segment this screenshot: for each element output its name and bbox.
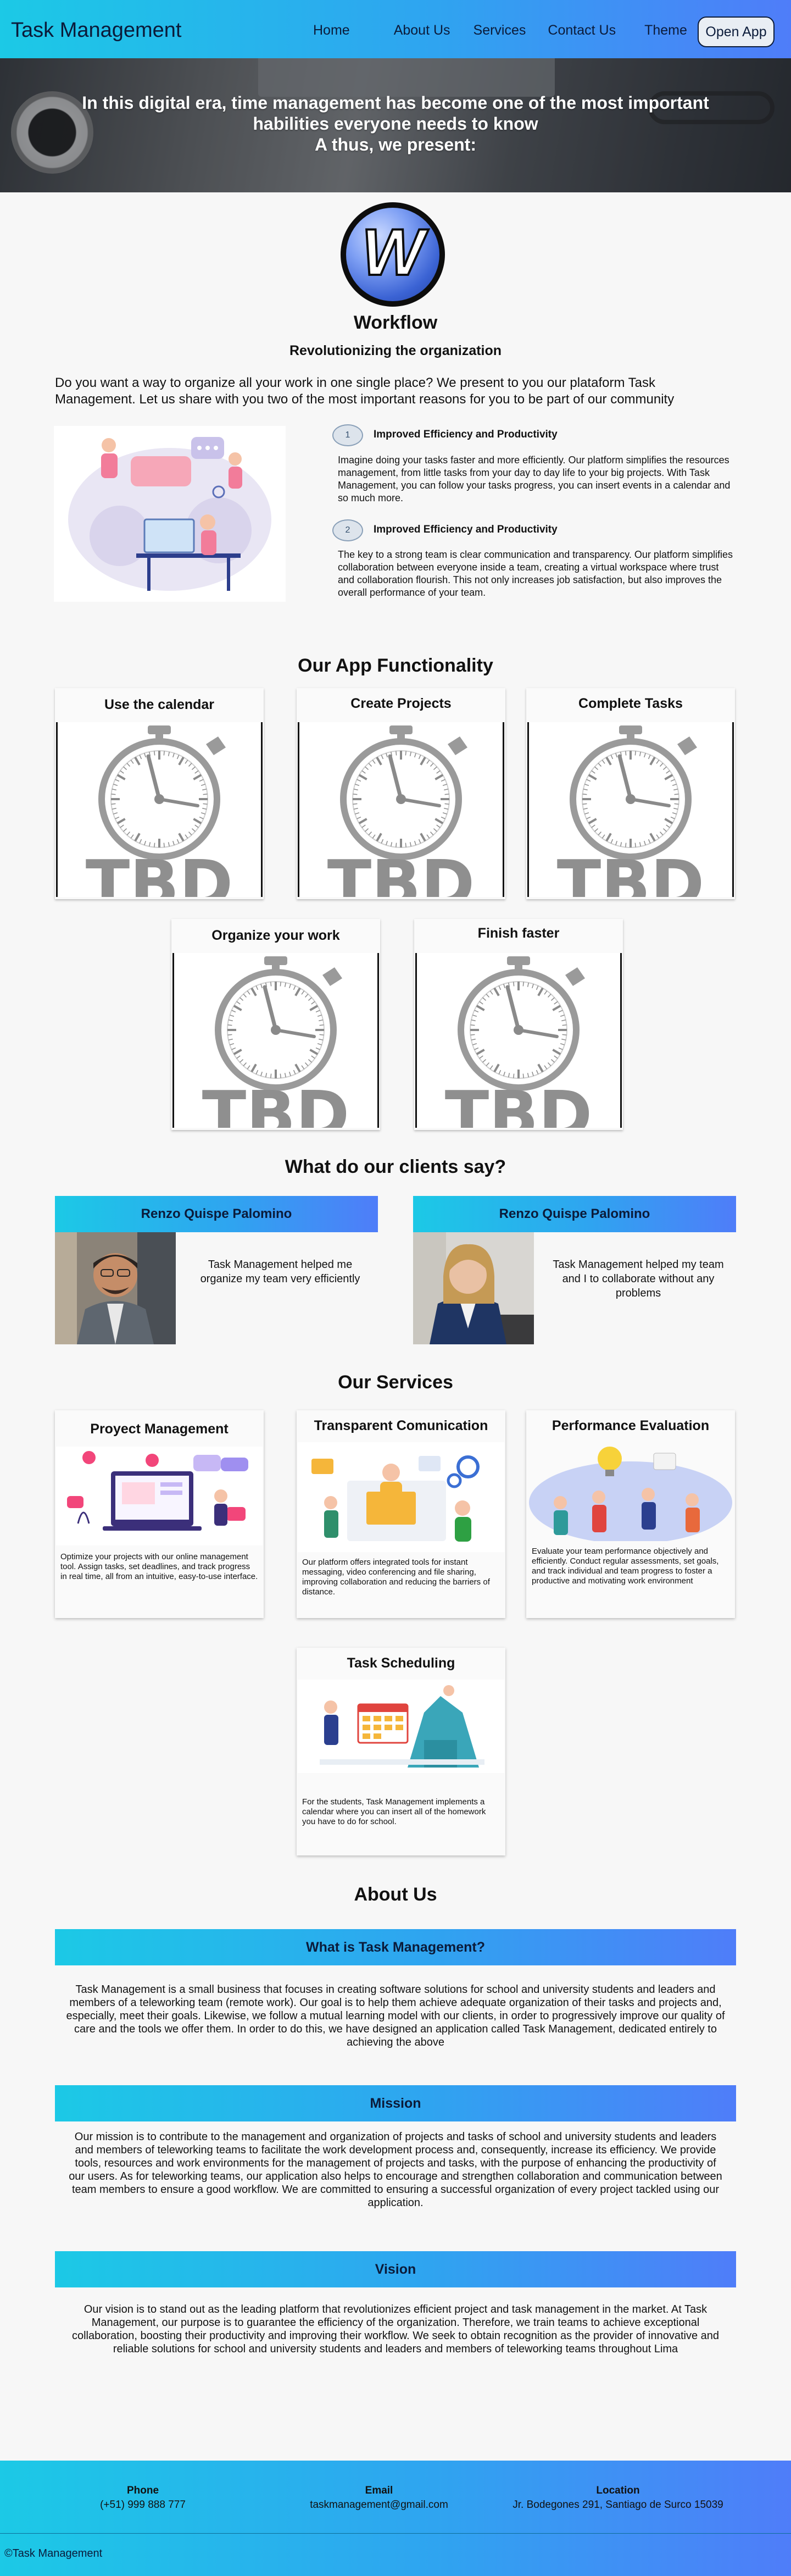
feature-card-organize[interactable]: Organize your work TBD <box>171 919 380 1130</box>
about-vision-heading: Vision <box>55 2251 736 2287</box>
benefit-title-1: Improved Efficiency and Productivity <box>374 429 558 440</box>
service-card-title: Performance Evaluation <box>552 1418 710 1433</box>
testimonial-card: Renzo Quispe Palomino Task Management he… <box>413 1196 736 1344</box>
workflow-intro: Do you want a way to organize all your w… <box>55 375 675 407</box>
top-navbar: Task Management Home About Us Services C… <box>0 0 791 58</box>
service-card-scheduling[interactable]: Task Scheduling For the students, Task M… <box>297 1648 505 1855</box>
client-photo-woman <box>413 1232 534 1344</box>
clients-title: What do our clients say? <box>285 1156 506 1177</box>
stopwatch-tbd-image: TBD <box>415 953 622 1128</box>
nav-theme-link[interactable]: Theme <box>644 23 687 38</box>
testimonial-quote: Task Management helped my team and I to … <box>553 1259 724 1299</box>
hero-heading: In this digital era, time management has… <box>0 92 791 155</box>
tbd-label: TBD <box>202 1077 349 1128</box>
service-card-description: Our platform offers integrated tools for… <box>302 1558 490 1597</box>
hero-line-2: habilities everyone needs to know <box>253 114 538 134</box>
footer-phone: Phone (+51) 999 888 777 <box>66 2485 220 2511</box>
feature-card-title: Create Projects <box>350 696 452 711</box>
about-title: About Us <box>354 1884 437 1905</box>
hero-line-1: In this digital era, time management has… <box>82 93 709 113</box>
footer-location-label: Location <box>596 2485 640 2496</box>
stopwatch-icon: TBD <box>557 725 704 897</box>
benefit-number-2: 2 <box>332 519 363 541</box>
about-mission-heading: Mission <box>55 2085 736 2121</box>
tbd-label: TBD <box>557 846 704 897</box>
footer-phone-value[interactable]: (+51) 999 888 777 <box>66 2499 220 2511</box>
feature-card-projects[interactable]: Create Projects TBD <box>297 688 505 899</box>
benefit-title-2: Improved Efficiency and Productivity <box>374 524 558 535</box>
testimonial-client-name: Renzo Quispe Palomino <box>55 1196 378 1232</box>
footer-email: Email taskmanagement@gmail.com <box>286 2485 472 2511</box>
benefit-text-2: The key to a strong team is clear commun… <box>338 549 733 598</box>
project-management-illustration <box>56 1447 263 1545</box>
stopwatch-tbd-image: TBD <box>56 722 263 897</box>
footer-email-label: Email <box>365 2485 393 2496</box>
open-app-button[interactable]: Open App <box>698 16 775 47</box>
footer-phone-label: Phone <box>126 2485 159 2496</box>
nav-contact-link[interactable]: Contact Us <box>548 23 616 38</box>
workflow-subtitle: Revolutionizing the organization <box>289 343 502 358</box>
stopwatch-tbd-image: TBD <box>298 722 504 897</box>
hero-line-3: A thus, we present: <box>315 135 476 154</box>
services-title: Our Services <box>338 1372 453 1393</box>
stopwatch-icon: TBD <box>445 956 592 1128</box>
footer-location-value: Jr. Bodegones 291, Santiago de Surco 150… <box>513 2499 723 2511</box>
service-card-project-management[interactable]: Proyect Management Optimize your project… <box>55 1410 264 1618</box>
communication-illustration <box>298 1442 504 1552</box>
stopwatch-tbd-image: TBD <box>527 722 734 897</box>
testimonial-card: Renzo Quispe Palomino Task Management he… <box>55 1196 378 1344</box>
stopwatch-icon: TBD <box>327 725 475 897</box>
scheduling-illustration <box>298 1680 504 1773</box>
nav-home-link[interactable]: Home <box>313 23 350 38</box>
about-what-text: Task Management is a small business that… <box>66 1984 725 2048</box>
footer-copyright: ©Task Management <box>4 2547 103 2560</box>
service-card-performance[interactable]: Performance Evaluation Evaluate your tea… <box>526 1410 735 1618</box>
feature-card-tasks[interactable]: Complete Tasks TBD <box>526 688 735 899</box>
hero-banner: In this digital era, time management has… <box>0 58 791 192</box>
footer-email-value[interactable]: taskmanagement@gmail.com <box>286 2499 472 2511</box>
testimonial-quote: Task Management helped me organize my te… <box>200 1259 360 1285</box>
feature-card-title: Complete Tasks <box>578 696 683 711</box>
feature-card-finish[interactable]: Finish faster TBD <box>414 919 623 1130</box>
brand-title[interactable]: Task Management <box>11 19 182 42</box>
footer-divider <box>0 2533 791 2534</box>
tbd-label: TBD <box>86 846 233 897</box>
service-card-description: Evaluate your team performance objective… <box>532 1547 719 1586</box>
stopwatch-tbd-image: TBD <box>172 953 379 1128</box>
feature-card-title: Use the calendar <box>104 697 215 712</box>
service-card-title: Task Scheduling <box>347 1655 455 1671</box>
testimonial-client-name: Renzo Quispe Palomino <box>413 1196 736 1232</box>
feature-card-title: Organize your work <box>211 928 340 943</box>
service-card-communication[interactable]: Transparent Comunication Our platform of… <box>297 1410 505 1618</box>
about-what-heading: What is Task Management? <box>55 1929 736 1965</box>
workflow-title: Workflow <box>353 312 438 333</box>
nav-links: Home About Us Services Contact Us Theme <box>313 23 707 38</box>
client-photo-man <box>55 1232 176 1344</box>
about-vision-text: Our vision is to stand out as the leadin… <box>71 2303 720 2355</box>
stopwatch-icon: TBD <box>86 725 233 897</box>
nav-services-link[interactable]: Services <box>474 23 526 38</box>
tbd-label: TBD <box>445 1077 592 1128</box>
feature-card-calendar[interactable]: Use the calendar TBD <box>55 688 264 899</box>
performance-illustration <box>527 1442 734 1541</box>
service-card-title: Transparent Comunication <box>314 1418 488 1433</box>
feature-card-title: Finish faster <box>477 926 560 941</box>
benefit-text-1: Imagine doing your tasks faster and more… <box>338 455 731 503</box>
stopwatch-icon: TBD <box>202 956 349 1128</box>
service-card-description: For the students, Task Management implem… <box>302 1797 486 1826</box>
service-card-description: Optimize your projects with our online m… <box>60 1552 258 1581</box>
workflow-logo: W <box>341 202 445 307</box>
benefit-number-1: 1 <box>332 424 363 446</box>
nav-about-link[interactable]: About Us <box>394 23 450 38</box>
site-footer: Phone (+51) 999 888 777 Email taskmanage… <box>0 2461 791 2576</box>
team-collaboration-illustration <box>54 426 286 602</box>
about-mission-text: Our mission is to contribute to the mana… <box>69 2131 722 2209</box>
service-card-title: Proyect Management <box>90 1421 229 1437</box>
footer-location: Location Jr. Bodegones 291, Santiago de … <box>489 2485 747 2511</box>
tbd-label: TBD <box>327 846 475 897</box>
workflow-logo-letter: W <box>360 214 425 290</box>
functionality-title: Our App Functionality <box>298 655 493 676</box>
